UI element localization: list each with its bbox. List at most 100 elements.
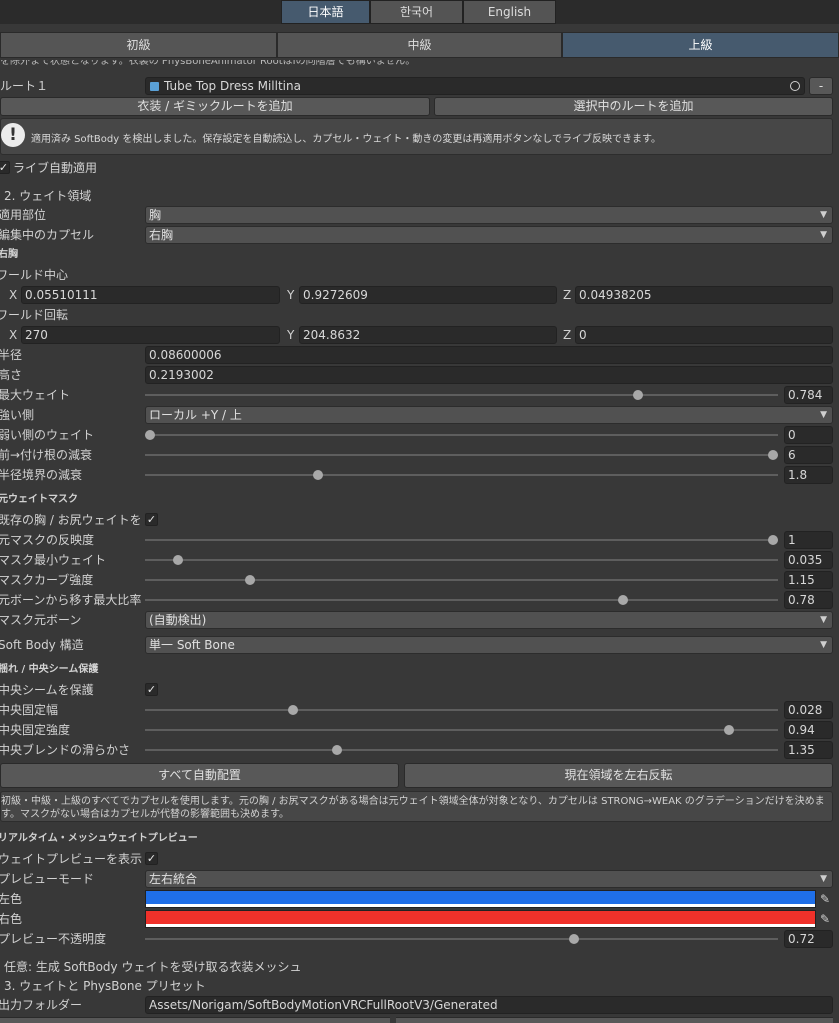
add-outfit-root-button[interactable]: 衣装 / ギミックルートを追加 — [0, 97, 430, 116]
slider-thumb[interactable] — [768, 450, 778, 460]
right-color-field[interactable] — [145, 910, 816, 928]
lang-tab-japanese[interactable]: 日本語 — [281, 0, 370, 24]
remove-root-button[interactable]: - — [809, 77, 833, 95]
mirror-region-button[interactable]: 現在領域を左右反転 — [404, 763, 833, 788]
bottom-button-edge-left[interactable] — [0, 1017, 390, 1023]
weak-weight-value[interactable]: 0 — [784, 426, 833, 444]
max-weight-value[interactable]: 0.784 — [784, 386, 833, 404]
notice-text: 適用済み SoftBody を検出しました。保存設定を自動読込し、カプセル・ウェ… — [31, 134, 662, 145]
existing-weight-checkbox[interactable]: ✓ — [145, 513, 158, 526]
mask-reflect-slider[interactable] — [145, 533, 778, 547]
right-color-label: 右色 — [0, 912, 23, 926]
radius-falloff-value[interactable]: 1.8 — [784, 466, 833, 484]
dropdown-arrow-icon: ▼ — [820, 410, 827, 420]
strong-side-label: 強い側 — [0, 408, 35, 422]
height-field[interactable]: 0.2193002 — [145, 366, 833, 384]
add-selected-root-button[interactable]: 選択中のルートを追加 — [434, 97, 833, 116]
slider-thumb[interactable] — [313, 470, 324, 480]
rotation-y-field[interactable]: 204.8632 — [299, 326, 557, 344]
output-folder-field[interactable]: Assets/Norigam/SoftBodyMotionVRCFullRoot… — [145, 996, 833, 1014]
preview-mode-dropdown[interactable]: 左右統合 ▼ — [145, 870, 833, 888]
rotation-z-field[interactable]: 0 — [575, 326, 833, 344]
info-bubble-icon: ! — [1, 123, 25, 147]
center-y-field[interactable]: 0.9272609 — [299, 286, 557, 304]
center-fix-width-value[interactable]: 0.028 — [784, 701, 833, 719]
preview-opacity-label: プレビュー不透明度 — [0, 932, 107, 946]
center-z-field[interactable]: 0.04938205 — [575, 286, 833, 304]
mask-max-ratio-slider[interactable] — [145, 593, 778, 607]
center-fix-width-slider[interactable] — [145, 703, 778, 717]
radius-field[interactable]: 0.08600006 — [145, 346, 833, 364]
lang-tab-english[interactable]: English — [463, 0, 556, 24]
object-picker-icon[interactable] — [790, 81, 800, 91]
rotation-x-field[interactable]: 270 — [21, 326, 280, 344]
slider-thumb[interactable] — [768, 535, 778, 545]
capsule-info-box: 初級・中級・上級のすべてでカプセルを使用します。元の胸 / お尻マスクがある場合… — [0, 791, 833, 822]
bottom-button-edge-right[interactable] — [396, 1017, 833, 1023]
center-blend-slider[interactable] — [145, 743, 778, 757]
slider-thumb[interactable] — [244, 575, 255, 585]
root-label: ルート１ — [0, 79, 49, 93]
max-weight-slider[interactable] — [145, 388, 778, 402]
mask-bone-dropdown[interactable]: (自動検出) ▼ — [145, 611, 833, 629]
live-apply-label: ライブ自動適用 — [13, 161, 98, 175]
preview-mode-value: 左右統合 — [149, 872, 198, 886]
softbody-structure-dropdown[interactable]: 単一 Soft Bone ▼ — [145, 636, 833, 654]
mode-tab-advanced[interactable]: 上級 — [562, 32, 839, 58]
slider-thumb[interactable] — [633, 390, 644, 400]
mask-curve-value[interactable]: 1.15 — [784, 571, 833, 589]
center-blend-value[interactable]: 1.35 — [784, 741, 833, 759]
center-y-axis-label: Y — [287, 288, 295, 302]
eyedropper-icon[interactable]: ✎ — [818, 911, 832, 927]
protect-seam-checkbox[interactable]: ✓ — [145, 683, 158, 696]
slider-thumb[interactable] — [173, 555, 184, 565]
part-dropdown[interactable]: 胸 ▼ — [145, 206, 833, 224]
slider-thumb[interactable] — [568, 934, 579, 944]
center-fix-strength-value[interactable]: 0.94 — [784, 721, 833, 739]
slider-thumb[interactable] — [145, 430, 155, 440]
strong-side-value: ローカル +Y / 上 — [149, 408, 242, 422]
mask-curve-label: マスクカーブ強度 — [0, 573, 94, 587]
cut-off-help-text: を除外まで状態となります。衣装の PhysBoneAnimator RootはI… — [0, 60, 416, 67]
capsule-dropdown[interactable]: 右胸 ▼ — [145, 226, 833, 244]
slider-thumb[interactable] — [618, 595, 629, 605]
mask-max-ratio-label: 元ボーンから移す最大比率 — [0, 593, 142, 607]
preview-opacity-slider[interactable] — [145, 932, 778, 946]
center-x-field[interactable]: 0.05510111 — [21, 286, 280, 304]
radius-falloff-slider[interactable] — [145, 468, 778, 482]
slider-thumb[interactable] — [288, 705, 299, 715]
mode-tab-intermediate[interactable]: 中級 — [277, 32, 562, 58]
mode-tab-basic[interactable]: 初級 — [0, 32, 277, 58]
mask-reflect-value[interactable]: 1 — [784, 531, 833, 549]
mask-min-weight-value[interactable]: 0.035 — [784, 551, 833, 569]
mask-section-title: 元ウェイトマスク — [0, 494, 78, 505]
eyedropper-icon[interactable]: ✎ — [818, 891, 832, 907]
rotation-x-axis-label: X — [9, 328, 18, 342]
capsule-dropdown-value: 右胸 — [149, 228, 174, 242]
show-preview-checkbox[interactable]: ✓ — [145, 852, 158, 865]
front-falloff-value[interactable]: 6 — [784, 446, 833, 464]
mask-min-weight-slider[interactable] — [145, 553, 778, 567]
slider-thumb[interactable] — [331, 745, 342, 755]
preview-mode-label: プレビューモード — [0, 872, 95, 886]
preview-section-title: リアルタイム・メッシュウェイトプレビュー — [0, 833, 198, 844]
slider-thumb[interactable] — [724, 725, 735, 735]
lang-tab-korean[interactable]: 한국어 — [370, 0, 463, 24]
mask-bone-value: (自動検出) — [149, 613, 207, 627]
left-color-field[interactable] — [145, 890, 816, 908]
root-object-value: Tube Top Dress Milltina — [164, 79, 301, 93]
strong-side-dropdown[interactable]: ローカル +Y / 上 ▼ — [145, 406, 833, 424]
world-rotation-label: ワールド回転 — [0, 308, 69, 322]
front-falloff-slider[interactable] — [145, 448, 778, 462]
live-apply-checkbox[interactable]: ✓ — [0, 161, 10, 174]
weak-weight-slider[interactable] — [145, 428, 778, 442]
mask-min-weight-label: マスク最小ウェイト — [0, 553, 107, 567]
center-x-axis-label: X — [9, 288, 18, 302]
root-object-field[interactable]: Tube Top Dress Milltina — [145, 77, 805, 95]
auto-place-all-button[interactable]: すべて自動配置 — [0, 763, 399, 788]
mask-max-ratio-value[interactable]: 0.78 — [784, 591, 833, 609]
mask-curve-slider[interactable] — [145, 573, 778, 587]
center-fix-strength-slider[interactable] — [145, 723, 778, 737]
preview-opacity-value[interactable]: 0.72 — [784, 930, 833, 948]
notice-box: ! 適用済み SoftBody を検出しました。保存設定を自動読込し、カプセル・… — [0, 118, 833, 155]
